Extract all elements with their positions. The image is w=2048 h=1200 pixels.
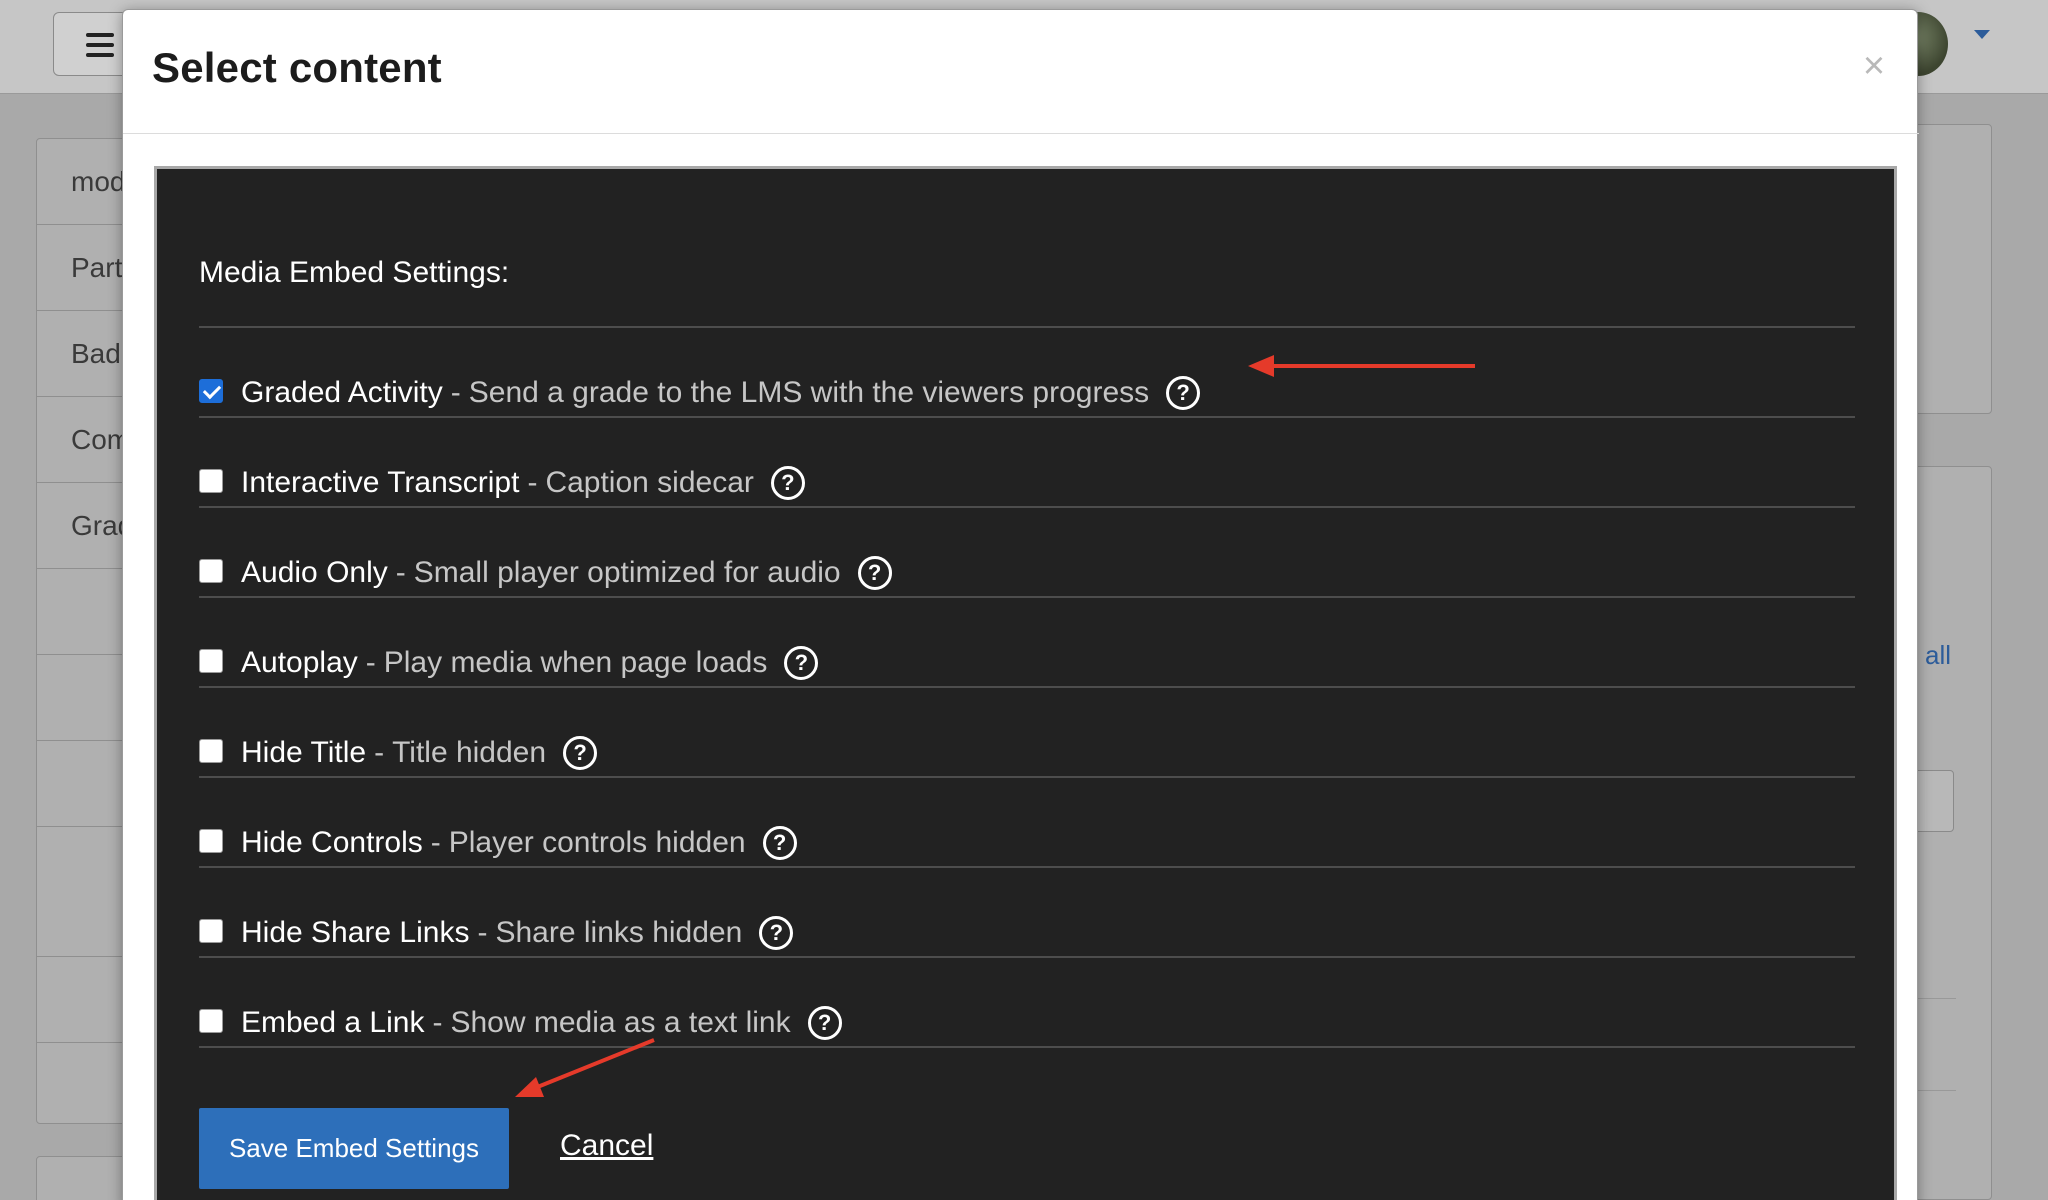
divider [199,506,1855,508]
option-graded-activity[interactable]: Graded Activity - Send a grade to the LM… [199,369,1599,417]
divider [199,956,1855,958]
option-hide-controls[interactable]: Hide Controls - Player controls hidden ? [199,819,1599,867]
option-description: Show media as a text link [450,1006,791,1039]
option-audio-only[interactable]: Audio Only - Small player optimized for … [199,549,1599,597]
divider [199,596,1855,598]
divider [199,866,1855,868]
interactive-transcript-checkbox[interactable] [199,469,223,493]
option-separator: - [477,916,488,949]
save-embed-settings-button[interactable]: Save Embed Settings [199,1108,509,1189]
help-icon[interactable]: ? [759,916,794,950]
option-separator: - [365,646,376,679]
divider [199,686,1855,688]
graded-activity-checkbox[interactable] [199,379,223,403]
cancel-link[interactable]: Cancel [560,1129,653,1163]
option-hide-title[interactable]: Hide Title - Title hidden ? [199,729,1599,777]
audio-only-checkbox[interactable] [199,559,223,583]
divider [199,326,1855,328]
embed-a-link-checkbox[interactable] [199,1009,223,1033]
autoplay-checkbox[interactable] [199,649,223,673]
help-icon[interactable]: ? [784,646,819,680]
option-label: Interactive Transcript [241,466,520,499]
option-label: Autoplay [241,646,358,679]
hide-share-links-checkbox[interactable] [199,919,223,943]
modal-title: Select content [152,44,442,91]
help-icon[interactable]: ? [807,1006,842,1040]
option-description: Small player optimized for audio [413,556,841,589]
help-icon[interactable]: ? [857,556,892,590]
user-menu-caret-icon[interactable] [1974,30,1990,39]
option-autoplay[interactable]: Autoplay - Play media when page loads ? [199,639,1599,687]
option-description: Send a grade to the LMS with the viewers… [468,376,1150,409]
option-separator: - [432,1006,443,1039]
view-all-link[interactable]: all [1925,640,1951,671]
divider [199,416,1855,418]
option-interactive-transcript[interactable]: Interactive Transcript - Caption sidecar… [199,459,1599,507]
option-description: Player controls hidden [448,826,746,859]
help-icon[interactable]: ? [563,736,598,770]
option-label: Hide Title [241,736,367,769]
option-description: Caption sidecar [545,466,754,499]
hide-controls-checkbox[interactable] [199,829,223,853]
divider [199,1046,1855,1048]
option-label: Audio Only [241,556,388,589]
option-embed-a-link[interactable]: Embed a Link - Show media as a text link… [199,999,1599,1047]
hide-title-checkbox[interactable] [199,739,223,763]
help-icon[interactable]: ? [770,466,805,500]
option-label: Hide Controls [241,826,423,859]
help-icon[interactable]: ? [1166,376,1201,410]
option-description: Play media when page loads [383,646,768,679]
option-description: Share links hidden [495,916,743,949]
divider [199,776,1855,778]
option-label: Embed a Link [241,1006,425,1039]
option-separator: - [430,826,441,859]
option-separator: - [450,376,461,409]
option-description: Title hidden [392,736,547,769]
option-hide-share-links[interactable]: Hide Share Links - Share links hidden ? [199,909,1599,957]
help-icon[interactable]: ? [762,826,797,860]
option-separator: - [527,466,538,499]
option-label: Graded Activity [241,376,443,409]
modal-header: Select content × [123,10,1919,134]
media-embed-settings-panel: Media Embed Settings: Graded Activity - … [154,166,1897,1200]
option-separator: - [395,556,406,589]
close-icon[interactable]: × [1854,46,1894,86]
right-card [1910,124,1992,414]
option-label: Hide Share Links [241,916,470,949]
option-separator: - [374,736,385,769]
select-content-modal: Select content × Media Embed Settings: G… [122,9,1919,1200]
panel-heading: Media Embed Settings: [199,256,510,289]
